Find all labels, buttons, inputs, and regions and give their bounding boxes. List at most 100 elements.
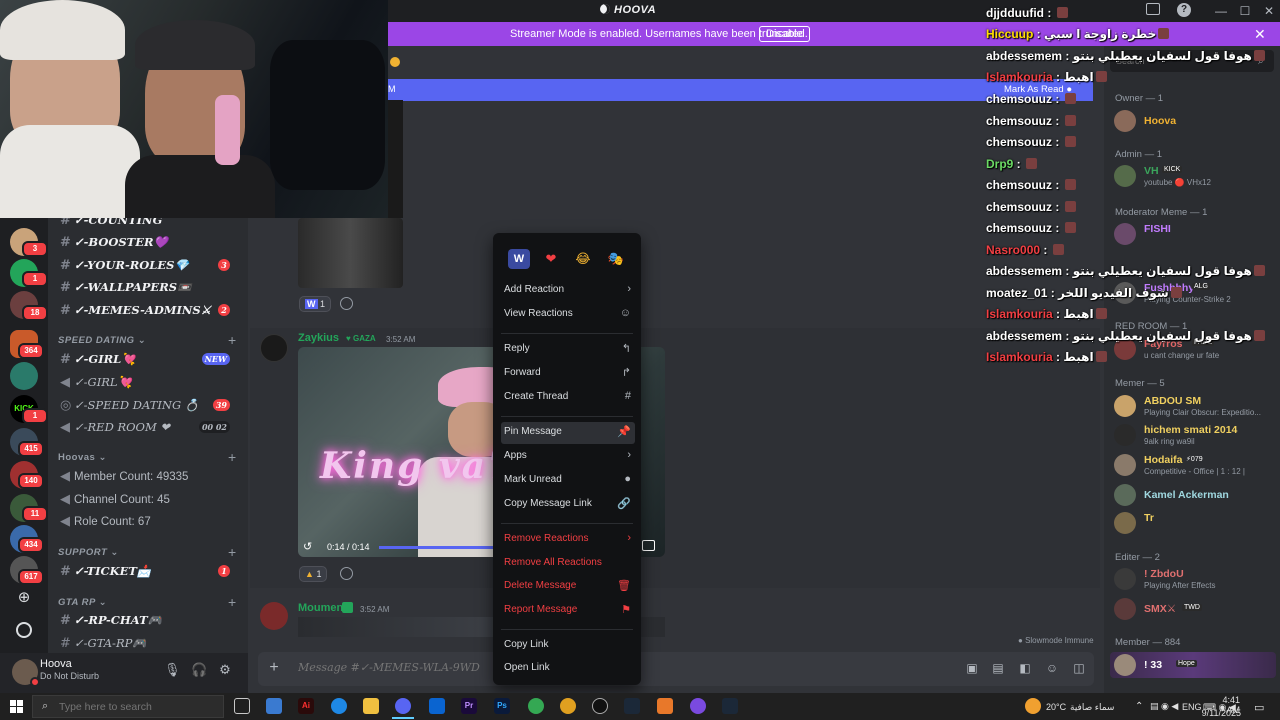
voice-channel-item[interactable]: ◀ ✓-GIRL💘: [60, 372, 240, 392]
taskbar-search-input[interactable]: [32, 695, 224, 718]
edge-icon[interactable]: [331, 698, 347, 714]
stage-channel-item[interactable]: ◎ ✓-SPEED DATING 💍 39: [60, 395, 240, 415]
channel-item[interactable]: # ✓-TICKET📩 1: [60, 561, 240, 581]
member-item[interactable]: hichem smati 2014 9alk ring wa9il: [1114, 422, 1274, 450]
add-channel-icon[interactable]: +: [228, 449, 236, 465]
server-icon[interactable]: [10, 362, 38, 390]
reaction-count-pill[interactable]: ▲ 1: [299, 566, 328, 582]
member-item[interactable]: Hoova: [1114, 108, 1274, 136]
chevron-up-icon[interactable]: ⌃: [1135, 701, 1143, 712]
clock-date[interactable]: 9/11/2025: [1196, 708, 1241, 718]
notifications-icon[interactable]: ▭: [1254, 701, 1264, 714]
add-reaction-icon[interactable]: [340, 567, 353, 580]
stat-channel[interactable]: ◀ Channel Count: 45: [60, 489, 240, 509]
sticker-icon[interactable]: ◧: [1016, 661, 1034, 677]
channel-item[interactable]: # ✓-GIRL💘 NEW: [60, 349, 240, 369]
add-server-icon[interactable]: ⊕: [16, 590, 32, 606]
member-item[interactable]: FISHI: [1114, 221, 1274, 249]
reaction-w[interactable]: W 1: [299, 296, 332, 312]
channel-item[interactable]: # ✓-WALLPAPERS📼: [60, 277, 240, 297]
headphones-icon[interactable]: 🎧: [191, 662, 207, 678]
member-item[interactable]: Tr: [1114, 510, 1274, 538]
stat-channel[interactable]: ◀ Member Count: 49335: [60, 466, 240, 486]
tray-icons[interactable]: ▤ ◉ ◀: [1150, 701, 1178, 712]
menu-item-delete-message[interactable]: Delete Message 🗑: [501, 576, 635, 598]
channel-item[interactable]: # ✓-BOOSTER💜: [60, 232, 240, 252]
steam-icon[interactable]: [624, 698, 640, 714]
gift-icon[interactable]: ▣: [963, 661, 981, 677]
category-support[interactable]: SUPPORT ⌄: [58, 547, 119, 558]
close-window-button[interactable]: ✕: [1256, 2, 1280, 20]
obs-icon[interactable]: [592, 698, 608, 714]
add-channel-icon[interactable]: +: [228, 332, 236, 348]
member-item[interactable]: ABDOU SM Playing Clair Obscur: Expeditio.…: [1114, 393, 1274, 421]
add-reaction-icon[interactable]: [340, 297, 353, 310]
store-icon[interactable]: [266, 698, 282, 714]
stat-channel[interactable]: ◀ Role Count: 67: [60, 511, 240, 531]
menu-item-open-link[interactable]: Open Link: [501, 658, 635, 680]
category-speed-dating[interactable]: SPEED DATING ⌄: [58, 335, 146, 346]
menu-item-pin-message[interactable]: Pin Message 📌: [501, 422, 635, 444]
member-item[interactable]: VH KICK youtube 🔴 VHx12: [1114, 163, 1274, 191]
add-channel-icon[interactable]: +: [228, 544, 236, 560]
menu-item-remove-all-reactions[interactable]: Remove All Reactions: [501, 553, 635, 575]
close-banner-icon[interactable]: ✕: [1254, 26, 1266, 43]
channel-item[interactable]: # ✓-YOUR-ROLES💎 3: [60, 255, 240, 275]
menu-item-add-reaction[interactable]: Add Reaction ›: [501, 280, 635, 302]
fullscreen-icon[interactable]: [642, 540, 655, 551]
windows-start-icon[interactable]: [10, 700, 23, 713]
attach-plus-icon[interactable]: +: [266, 660, 282, 676]
member-item[interactable]: Hodaifa ⚡079 Competitive - Office | 1 : 12…: [1114, 452, 1274, 480]
attachment-image[interactable]: [298, 218, 403, 288]
apps-icon[interactable]: ◫: [1070, 661, 1088, 677]
quick-reaction-heart[interactable]: ❤: [540, 249, 562, 269]
discord-taskbar-icon[interactable]: [395, 698, 411, 714]
user-name[interactable]: Hoova: [40, 658, 72, 670]
microphone-icon[interactable]: 🎙: [164, 662, 181, 678]
menu-item-report-message[interactable]: Report Message ⚑: [501, 600, 635, 622]
app-icon[interactable]: [657, 698, 673, 714]
task-view-icon[interactable]: [234, 698, 250, 714]
steam-icon[interactable]: [722, 698, 738, 714]
emoji-icon[interactable]: ☺: [1043, 661, 1061, 677]
member-item[interactable]: ! ZbdoU Playing After Effects: [1114, 566, 1274, 594]
member-item[interactable]: ! 33 Hope: [1114, 652, 1274, 680]
message-username[interactable]: Moumen: [298, 602, 343, 614]
app-icon[interactable]: [690, 698, 706, 714]
menu-item-forward[interactable]: Forward ↱: [501, 363, 635, 385]
menu-item-reply[interactable]: Reply ↰: [501, 339, 635, 361]
member-item[interactable]: SMX⚔ TWD: [1114, 596, 1274, 624]
menu-item-mark-unread[interactable]: Mark Unread ●: [501, 470, 635, 492]
video-progress-bar[interactable]: [379, 546, 493, 549]
channel-item[interactable]: # ✓-GTA-RP🎮: [60, 633, 240, 651]
minimize-button[interactable]: —: [1208, 2, 1234, 20]
replay-icon[interactable]: ↺: [303, 540, 312, 553]
maximize-button[interactable]: ☐: [1232, 2, 1258, 20]
help-icon[interactable]: ?: [1177, 3, 1191, 17]
file-explorer-icon[interactable]: [363, 698, 379, 714]
quick-reaction-custom[interactable]: 🎭: [605, 249, 627, 269]
quick-reaction-laugh[interactable]: 😂: [572, 249, 594, 269]
menu-item-copy-message-link[interactable]: Copy Message Link 🔗: [501, 494, 635, 516]
channel-item[interactable]: # ✓-MEMES-ADMINS⚔ 2: [60, 300, 240, 320]
outlook-icon[interactable]: [429, 698, 445, 714]
inbox-icon[interactable]: [1146, 3, 1160, 15]
disable-streamer-mode-button[interactable]: Disable: [759, 26, 810, 42]
add-channel-icon[interactable]: +: [228, 594, 236, 610]
menu-item-view-reactions[interactable]: View Reactions ☺: [501, 304, 635, 326]
illustrator-icon[interactable]: Ai: [298, 698, 314, 714]
weather-temp[interactable]: 20°C: [1046, 702, 1066, 712]
chrome-icon[interactable]: [528, 698, 544, 714]
message-username[interactable]: Zaykius: [298, 332, 339, 344]
category-gta-rp[interactable]: GTA RP ⌄: [58, 597, 107, 608]
menu-item-copy-link[interactable]: Copy Link: [501, 635, 635, 657]
menu-item-create-thread[interactable]: Create Thread #: [501, 387, 635, 409]
gif-icon[interactable]: ▤: [989, 661, 1007, 677]
gear-icon[interactable]: ⚙: [217, 662, 233, 678]
category-hoovas[interactable]: Hoovas ⌄: [58, 452, 107, 463]
menu-item-remove-reactions[interactable]: Remove Reactions ›: [501, 529, 635, 551]
member-item[interactable]: Kamel Ackerman: [1114, 482, 1274, 510]
premiere-icon[interactable]: Pr: [461, 698, 477, 714]
voice-channel-item[interactable]: ◀ ✓-RED ROOM ❤ 00 02: [60, 417, 240, 437]
quick-reaction-w[interactable]: W: [508, 249, 530, 269]
